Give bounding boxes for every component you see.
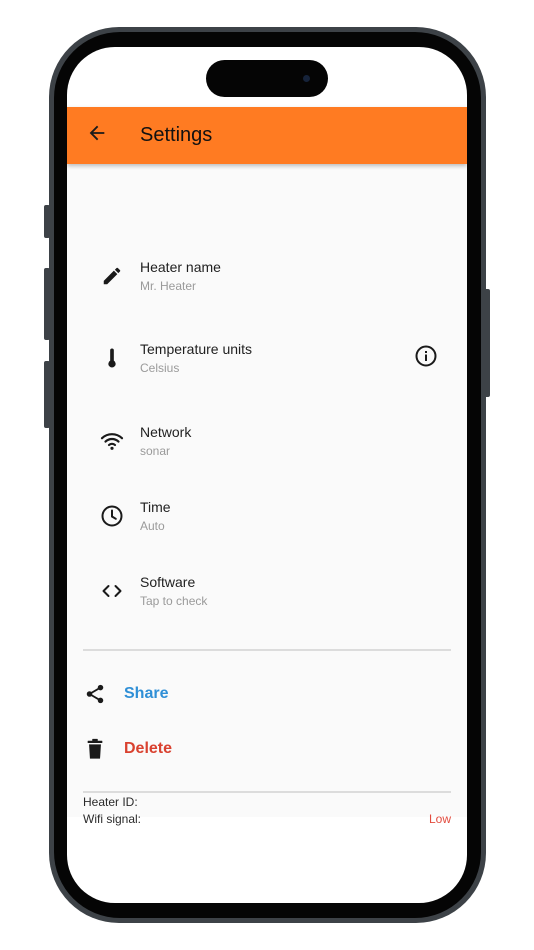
setting-network[interactable]: Network sonar — [67, 405, 467, 475]
wifi-signal-value: Low — [428, 812, 451, 826]
info-icon — [414, 344, 438, 373]
arrow-left-icon — [86, 122, 108, 149]
camera-dot — [303, 75, 310, 82]
setting-subtitle: Auto — [140, 519, 165, 533]
setting-software[interactable]: Software Tap to check — [67, 556, 467, 626]
page-title: Settings — [140, 124, 213, 146]
divider — [83, 791, 451, 793]
delete-button[interactable]: Delete — [67, 727, 467, 771]
info-button[interactable] — [413, 345, 439, 371]
thermometer-icon — [100, 347, 124, 371]
delete-label: Delete — [124, 740, 173, 757]
share-button[interactable]: Share — [67, 672, 467, 716]
setting-title: Heater name — [140, 259, 221, 275]
heater-id-label: Heater ID: — [83, 795, 138, 809]
phone-screen: Settings Heater name Mr. Heater Temperat… — [67, 47, 467, 903]
setting-title: Time — [140, 499, 171, 515]
clock-icon — [100, 504, 124, 528]
wifi-icon — [100, 429, 124, 453]
code-icon — [100, 579, 124, 603]
setting-temperature-units[interactable]: Temperature units Celsius — [67, 322, 467, 392]
wifi-signal-row: Wifi signal: Low — [83, 812, 451, 830]
setting-time[interactable]: Time Auto — [67, 480, 467, 550]
dynamic-island — [206, 60, 328, 97]
wifi-signal-label: Wifi signal: — [83, 812, 142, 826]
setting-subtitle: Celsius — [140, 361, 180, 375]
heater-id-row: Heater ID: — [83, 795, 451, 813]
setting-title: Software — [140, 574, 196, 590]
setting-subtitle: Mr. Heater — [140, 279, 197, 293]
setting-title: Network — [140, 424, 192, 440]
pencil-icon — [100, 264, 124, 288]
setting-title: Temperature units — [140, 341, 253, 357]
setting-subtitle: Tap to check — [140, 594, 208, 608]
app-bar: Settings — [67, 107, 467, 164]
setting-heater-name[interactable]: Heater name Mr. Heater — [67, 240, 467, 310]
back-button[interactable] — [79, 117, 115, 153]
setting-subtitle: sonar — [140, 444, 171, 458]
share-icon — [83, 682, 107, 706]
settings-content: Heater name Mr. Heater Temperature units… — [67, 164, 467, 826]
share-label: Share — [124, 685, 169, 702]
trash-icon — [83, 737, 107, 761]
divider — [83, 649, 451, 651]
